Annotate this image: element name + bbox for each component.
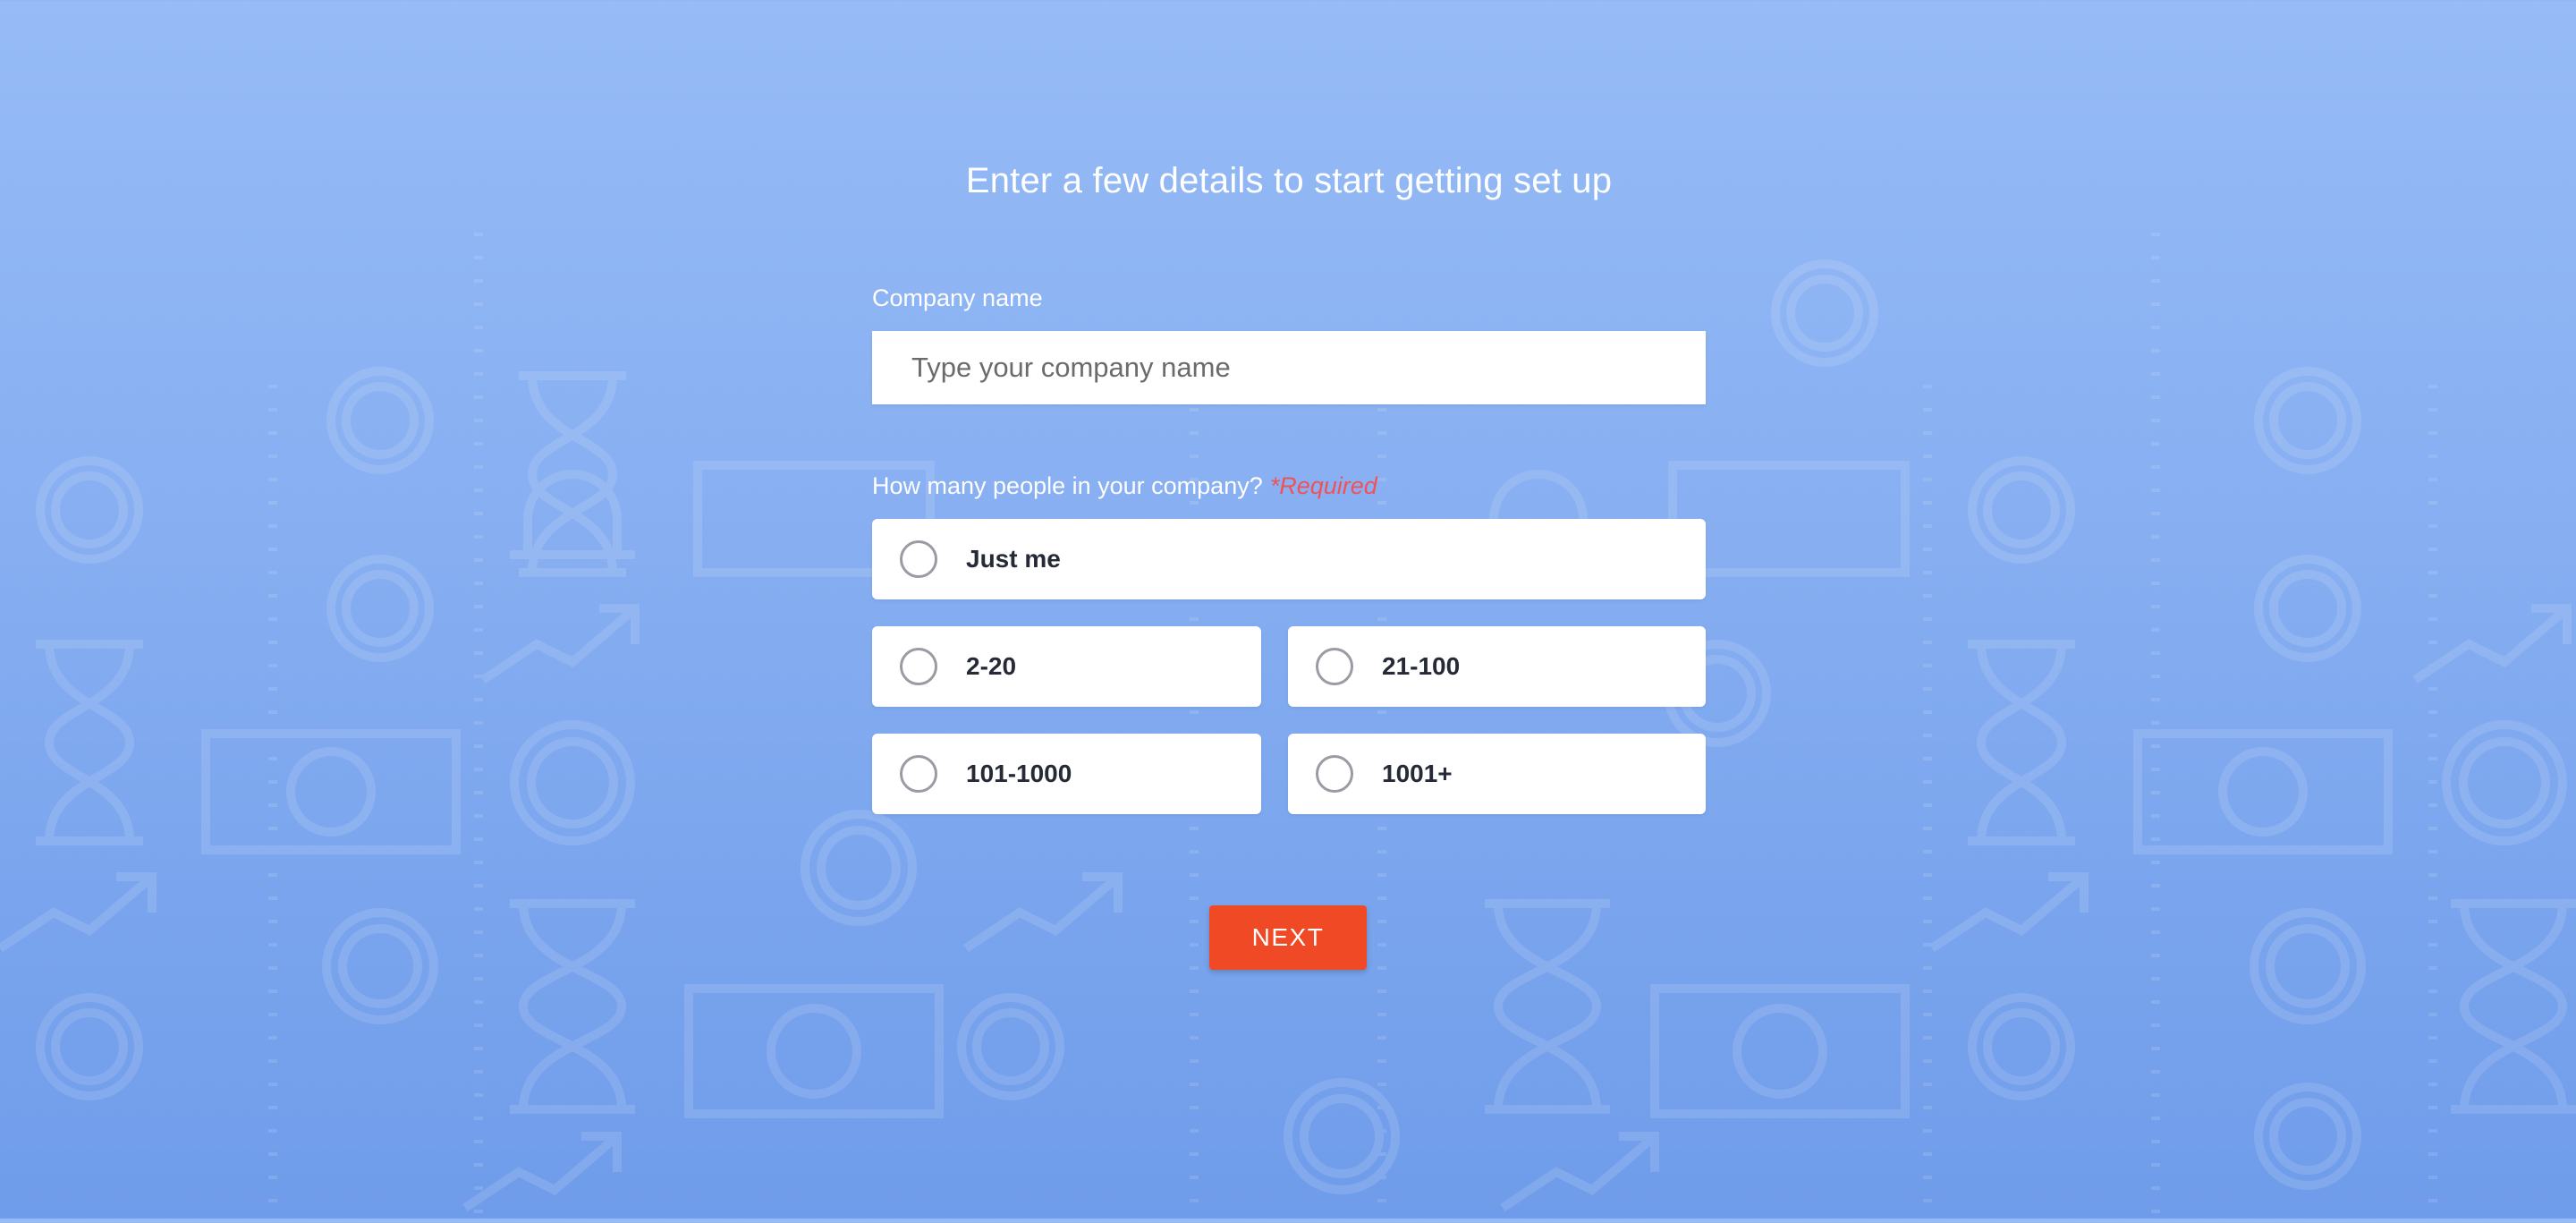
company-size-question: How many people in your company? *Require…	[872, 472, 1377, 500]
size-option-label: 1001+	[1382, 760, 1453, 787]
radio-icon[interactable]	[1316, 648, 1353, 685]
company-name-input[interactable]	[872, 331, 1706, 404]
required-indicator: *Required	[1269, 472, 1377, 499]
radio-icon[interactable]	[900, 648, 937, 685]
size-option-2-20[interactable]: 2-20	[872, 626, 1261, 707]
size-option-label: 2-20	[966, 652, 1017, 680]
size-option-just-me[interactable]: Just me	[872, 519, 1706, 599]
size-option-label: 21-100	[1382, 652, 1461, 680]
radio-icon[interactable]	[1316, 755, 1353, 793]
radio-icon[interactable]	[900, 755, 937, 793]
size-option-101-1000[interactable]: 101-1000	[872, 734, 1261, 814]
radio-icon[interactable]	[900, 540, 937, 578]
size-option-1001-plus[interactable]: 1001+	[1288, 734, 1706, 814]
company-size-label: How many people in your company?	[872, 472, 1263, 499]
next-button[interactable]: NEXT	[1209, 905, 1367, 970]
size-option-label: 101-1000	[966, 760, 1072, 787]
size-option-label: Just me	[966, 545, 1061, 573]
page-title: Enter a few details to start getting set…	[965, 161, 1613, 200]
size-option-21-100[interactable]: 21-100	[1288, 626, 1706, 707]
company-name-label: Company name	[872, 285, 1043, 311]
